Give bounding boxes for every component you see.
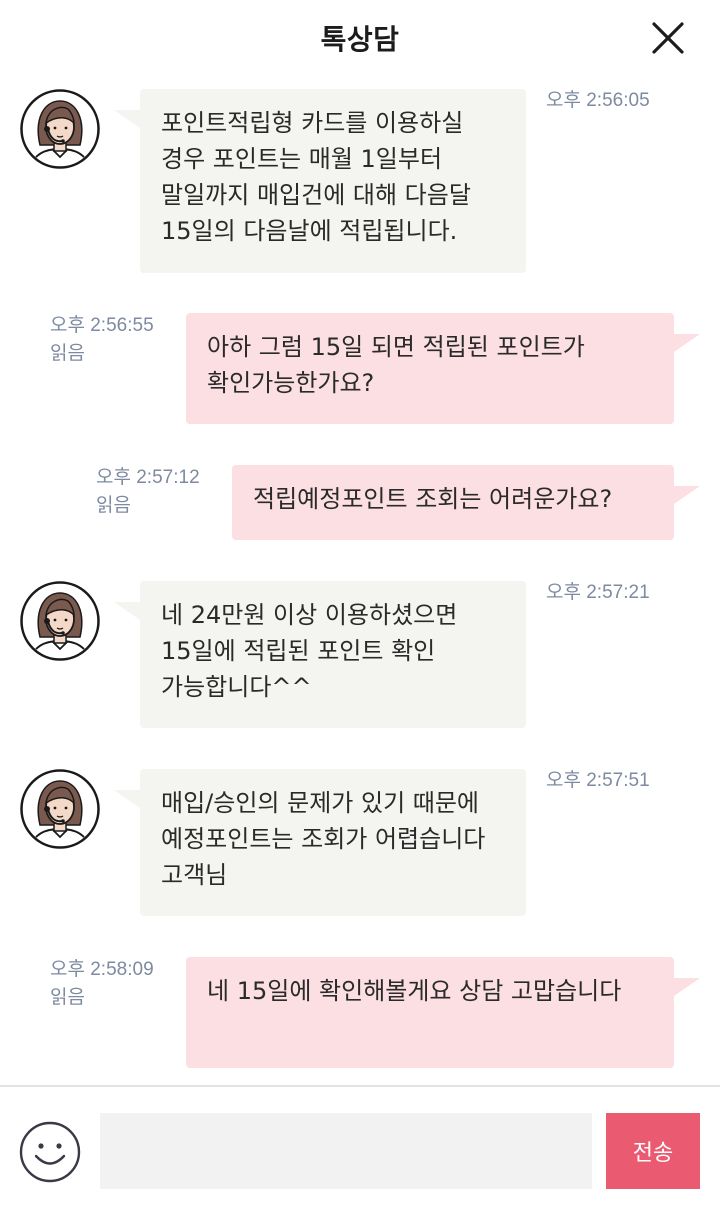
close-icon[interactable] bbox=[648, 18, 688, 58]
message-time: 오후 2:56:05 bbox=[546, 90, 650, 111]
bubble-tail bbox=[674, 334, 700, 352]
message-time: 오후 2:57:21 bbox=[546, 582, 650, 603]
read-receipt: 읽음 bbox=[50, 987, 85, 1008]
chat-header: 톡상담 bbox=[0, 0, 720, 76]
bubble-tail bbox=[114, 790, 140, 808]
message-bubble: 아하 그럼 15일 되면 적립된 포인트가 확인가능한가요? bbox=[186, 313, 674, 424]
agent-avatar bbox=[20, 89, 100, 169]
message-bubble: 네 24만원 이상 이용하셨으면 15일에 적립된 포인트 확인 가능합니다^^ bbox=[140, 581, 526, 728]
bubble-tail bbox=[674, 978, 700, 996]
message-bubble: 포인트적립형 카드를 이용하실 경우 포인트는 매월 1일부터 말일까지 매입건… bbox=[140, 89, 526, 273]
message-bubble: 매입/승인의 문제가 있기 때문에 예정포인트는 조회가 어렵습니다 고객님 bbox=[140, 769, 526, 916]
message-bubble: 네 15일에 확인해볼게요 상담 고맙습니다 bbox=[186, 957, 674, 1068]
message-bubble: 적립예정포인트 조회는 어려운가요? bbox=[232, 465, 674, 540]
read-receipt: 읽음 bbox=[50, 343, 85, 364]
smiley-icon[interactable] bbox=[19, 1121, 81, 1183]
read-receipt: 읽음 bbox=[96, 495, 131, 516]
bubble-tail bbox=[674, 486, 700, 504]
send-button[interactable]: 전송 bbox=[606, 1113, 700, 1189]
agent-avatar bbox=[20, 581, 100, 661]
message-input[interactable] bbox=[100, 1113, 592, 1189]
message-time: 오후 2:56:55 bbox=[50, 315, 154, 336]
agent-avatar bbox=[20, 769, 100, 849]
bubble-tail bbox=[114, 602, 140, 620]
page-title: 톡상담 bbox=[320, 23, 400, 56]
message-time: 오후 2:58:09 bbox=[50, 959, 154, 980]
bubble-tail bbox=[114, 110, 140, 128]
composer: 전송 bbox=[0, 1085, 720, 1217]
message-time: 오후 2:57:51 bbox=[546, 770, 650, 791]
message-time: 오후 2:57:12 bbox=[96, 467, 200, 488]
